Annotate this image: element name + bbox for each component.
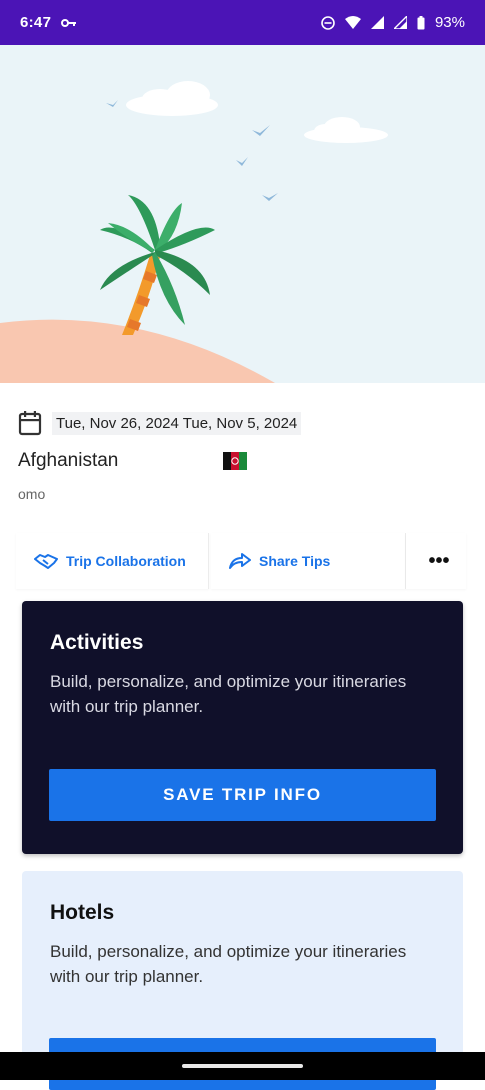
status-left: 6:47 [20, 14, 77, 31]
battery-icon [417, 15, 425, 29]
hero-illustration [0, 45, 485, 383]
signal-icon-2 [393, 16, 407, 29]
status-right: 93% [321, 14, 465, 31]
trip-dates: Tue, Nov 26, 2024 Tue, Nov 5, 2024 [52, 411, 302, 435]
more-options-button[interactable]: ••• [406, 533, 466, 589]
trip-collaboration-label: Trip Collaboration [66, 553, 186, 569]
status-time: 6:47 [20, 14, 52, 31]
beach-illustration [0, 81, 388, 383]
activities-description: Build, personalize, and optimize your it… [50, 672, 407, 716]
hotels-card: Hotels Build, personalize, and optimize … [22, 871, 463, 1090]
more-options-icon: ••• [428, 549, 450, 572]
afghanistan-flag-icon [223, 452, 247, 470]
share-tips-button[interactable]: Share Tips [211, 533, 406, 589]
hotels-description: Build, personalize, and optimize your it… [50, 942, 407, 986]
country-row: Afghanistan [18, 450, 478, 472]
calendar-icon [18, 411, 42, 436]
trip-info: Tue, Nov 26, 2024 Tue, Nov 5, 2024 Afgha… [18, 410, 478, 502]
save-trip-info-button[interactable]: SAVE TRIP INFO [49, 769, 436, 821]
do-not-disturb-icon [321, 15, 335, 30]
date-range[interactable]: Tue, Nov 26, 2024 Tue, Nov 5, 2024 [18, 410, 478, 436]
bird-icon [106, 100, 278, 201]
wifi-icon [344, 16, 361, 29]
system-nav-bar [0, 1052, 485, 1080]
country-name: Afghanistan [18, 450, 119, 471]
battery-level: 93% [434, 14, 465, 31]
handshake-icon [34, 554, 58, 569]
hotels-title: Hotels [50, 901, 115, 924]
trip-collaboration-button[interactable]: Trip Collaboration [16, 533, 209, 589]
status-bar: 6:47 93% [0, 0, 485, 45]
signal-icon [370, 16, 384, 29]
home-gesture-handle[interactable] [182, 1064, 303, 1068]
activities-title: Activities [50, 631, 144, 654]
activities-card: Activities Build, personalize, and optim… [22, 601, 463, 854]
palm-tree-icon [100, 195, 215, 325]
share-arrow-icon [229, 553, 251, 569]
key-icon [61, 18, 77, 27]
action-row: Trip Collaboration Share Tips ••• [16, 533, 469, 589]
share-tips-label: Share Tips [259, 553, 331, 569]
trip-subtitle: omo [18, 486, 46, 502]
